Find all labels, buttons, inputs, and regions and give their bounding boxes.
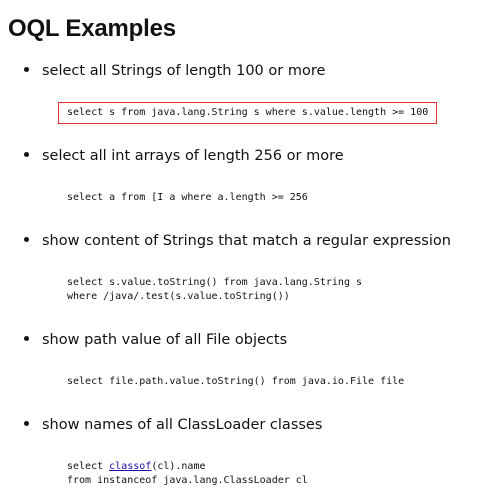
example-description: show content of Strings that match a reg… bbox=[42, 233, 451, 249]
example-item-3: show content of Strings that match a reg… bbox=[24, 231, 451, 251]
bullet-icon bbox=[24, 420, 29, 426]
example-description: select all Strings of length 100 or more bbox=[42, 63, 326, 79]
example-description: select all int arrays of length 256 or m… bbox=[42, 148, 344, 164]
code-line: select file.path.value.toString() from j… bbox=[67, 376, 405, 387]
page-title: OQL Examples bbox=[8, 15, 176, 42]
classof-link[interactable]: classof bbox=[109, 461, 151, 472]
code-text: (cl).name bbox=[151, 461, 206, 472]
code-text: select bbox=[67, 461, 110, 472]
code-line: where /java/.test(s.value.toString()) bbox=[67, 291, 290, 302]
code-line: select s.value.toString() from java.lang… bbox=[67, 277, 363, 288]
example-item-5: show names of all ClassLoader classes bbox=[24, 415, 322, 435]
example-item-2: select all int arrays of length 256 or m… bbox=[24, 146, 344, 166]
example-item-1: select all Strings of length 100 or more bbox=[24, 61, 325, 81]
bullet-icon bbox=[24, 151, 29, 157]
example-code-1-highlighted: select s from java.lang.String s where s… bbox=[58, 102, 438, 124]
example-description: show names of all ClassLoader classes bbox=[42, 417, 323, 433]
example-description: show path value of all File objects bbox=[42, 332, 288, 348]
code-line: select a from [I a where a.length >= 256 bbox=[67, 192, 308, 203]
example-item-4: show path value of all File objects bbox=[24, 330, 287, 350]
example-code-5: select classof(cl).name from instanceof … bbox=[67, 460, 308, 488]
bullet-icon bbox=[24, 236, 29, 242]
example-code-3: select s.value.toString() from java.lang… bbox=[67, 276, 362, 304]
code-line: select s from java.lang.String s where s… bbox=[67, 107, 429, 118]
bullet-icon bbox=[24, 66, 29, 72]
code-line: from instanceof java.lang.ClassLoader cl bbox=[67, 475, 308, 486]
bullet-icon bbox=[24, 335, 29, 341]
oql-examples-page: OQL Examples select all Strings of lengt… bbox=[0, 0, 480, 493]
example-code-4: select file.path.value.toString() from j… bbox=[67, 375, 404, 389]
example-code-2: select a from [I a where a.length >= 256 bbox=[67, 191, 308, 205]
